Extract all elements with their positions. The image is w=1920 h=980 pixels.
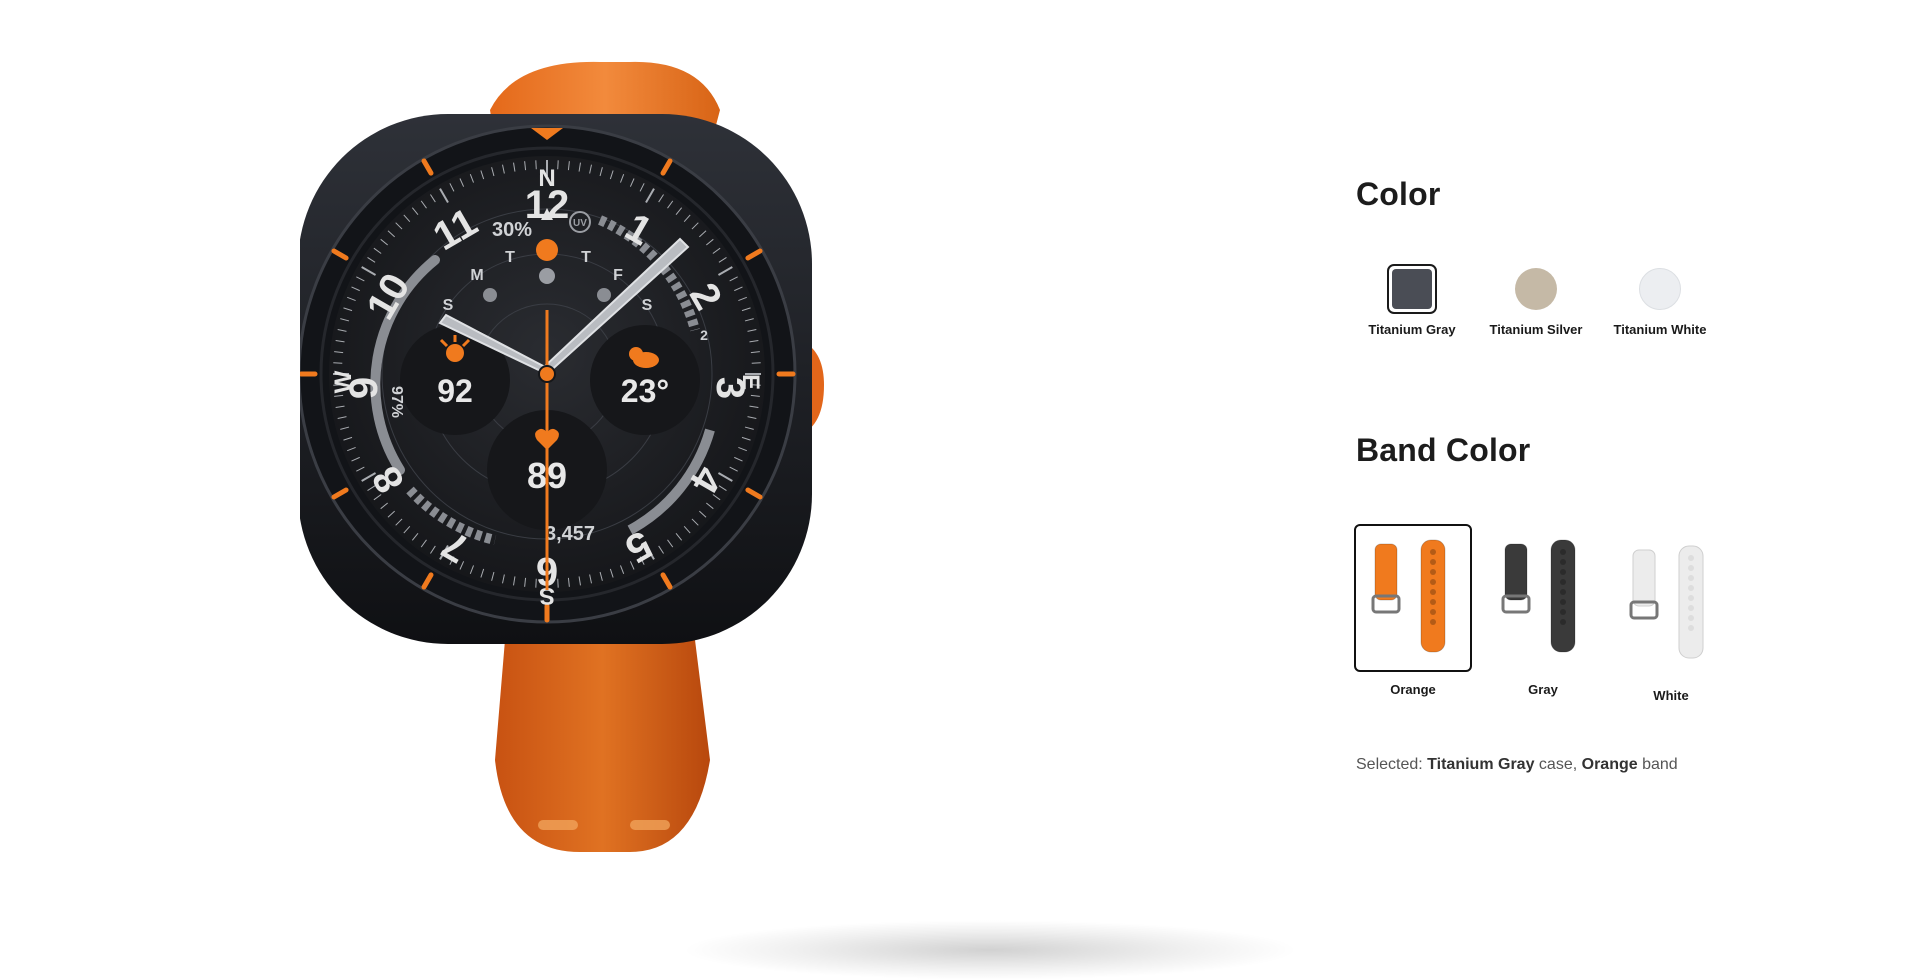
- swatch-titanium-gray[interactable]: [1387, 264, 1437, 314]
- color-option-titanium-silver[interactable]: Titanium Silver: [1476, 268, 1596, 337]
- moon-phase-dot-2: [539, 268, 555, 284]
- watch-illustration: 121110987654321NESW30%UVSMTWTFS297%9223°…: [300, 40, 1060, 952]
- band-option-white[interactable]: White: [1612, 530, 1730, 703]
- strap-hole: [1560, 599, 1566, 605]
- battery-percent: 30%: [492, 219, 532, 241]
- strap-hole: [1688, 625, 1694, 631]
- strap-hole: [1688, 595, 1694, 601]
- weekday-1: M: [470, 267, 483, 284]
- strap-hole: [1430, 609, 1436, 615]
- strap-hole: [1560, 619, 1566, 625]
- watch-product-image: 121110987654321NESW30%UVSMTWTFS297%9223°…: [300, 40, 1060, 952]
- color-option-label: Titanium Silver: [1476, 322, 1596, 337]
- compass-north: N: [538, 165, 555, 192]
- band-gray-thumbnail: [1493, 538, 1593, 658]
- band-strap-left: [1375, 544, 1397, 600]
- center-pin: [539, 366, 555, 382]
- color-option-titanium-white[interactable]: Titanium White: [1600, 268, 1720, 337]
- band-option-label: Gray: [1484, 682, 1602, 697]
- weekday-5: F: [613, 267, 623, 284]
- band-section-title: Band Color: [1356, 432, 1530, 469]
- band-strap-left: [1505, 544, 1527, 600]
- strap-hole: [1560, 609, 1566, 615]
- selection-summary: Selected: Titanium Gray case, Orange ban…: [1356, 756, 1678, 774]
- band-option-label: White: [1612, 688, 1730, 703]
- weekday-badge-icon: [536, 239, 558, 261]
- strap-hole: [1688, 565, 1694, 571]
- swatch-titanium-white[interactable]: [1639, 268, 1681, 310]
- strap-hole: [1560, 559, 1566, 565]
- weekday-0: S: [443, 297, 454, 314]
- color-option-titanium-gray[interactable]: Titanium Gray: [1352, 264, 1472, 337]
- humidity-value: 97%: [388, 386, 405, 418]
- right-complication-value: 23°: [621, 373, 669, 409]
- strap-hole: [1688, 585, 1694, 591]
- band-thumbnail-frame: [1612, 530, 1730, 678]
- bezel-small-two: 2: [700, 327, 708, 343]
- color-option-label: Titanium White: [1600, 322, 1720, 337]
- band-option-gray[interactable]: Gray: [1484, 524, 1602, 697]
- band-thumbnail-frame: [1354, 524, 1472, 672]
- summary-prefix: Selected:: [1356, 756, 1423, 773]
- strap-hole: [1430, 619, 1436, 625]
- strap-hole: [1560, 549, 1566, 555]
- strap-hole: [1430, 579, 1436, 585]
- summary-band-suffix: band: [1642, 756, 1678, 773]
- band-strap-right: [1421, 540, 1445, 652]
- moon-phase-dot-1: [483, 288, 497, 302]
- band-strap-right: [1679, 546, 1703, 658]
- strap-hole: [1560, 569, 1566, 575]
- strap-hole: [1688, 575, 1694, 581]
- summary-band-value: Orange: [1582, 756, 1638, 773]
- band-option-orange[interactable]: Orange: [1354, 524, 1472, 697]
- strap-hole: [1430, 569, 1436, 575]
- band-lower: [495, 640, 710, 852]
- strap-hole: [1688, 555, 1694, 561]
- strap-hole: [1430, 589, 1436, 595]
- moon-phase-dot-3: [597, 288, 611, 302]
- swatch-titanium-silver[interactable]: [1515, 268, 1557, 310]
- strap-hole: [1430, 559, 1436, 565]
- strap-hole: [1688, 605, 1694, 611]
- weekday-6: S: [642, 297, 653, 314]
- steps-value: 3,457: [545, 523, 595, 545]
- summary-case-value: Titanium Gray: [1427, 756, 1534, 773]
- band-thumbnail-frame: [1484, 524, 1602, 672]
- left-complication-value: 92: [437, 373, 473, 409]
- strap-hole: [1560, 589, 1566, 595]
- band-white-thumbnail: [1621, 544, 1721, 664]
- compass-west: W: [330, 370, 357, 393]
- watch-shadow: [680, 920, 1300, 980]
- color-option-label: Titanium Gray: [1352, 322, 1472, 337]
- weekday-2: T: [505, 249, 515, 266]
- summary-case-suffix: case,: [1539, 756, 1577, 773]
- uv-label: UV: [573, 218, 587, 229]
- color-section-title: Color: [1356, 176, 1441, 213]
- compass-east: E: [737, 374, 764, 390]
- band-orange-thumbnail: [1363, 538, 1463, 658]
- band-strap-right: [1551, 540, 1575, 652]
- strap-hole: [1688, 615, 1694, 621]
- strap-hole: [1430, 549, 1436, 555]
- strap-hole: [1430, 599, 1436, 605]
- band-strap-left: [1633, 550, 1655, 606]
- strap-hole: [1560, 579, 1566, 585]
- band-option-label: Orange: [1354, 682, 1472, 697]
- weekday-4: T: [581, 249, 591, 266]
